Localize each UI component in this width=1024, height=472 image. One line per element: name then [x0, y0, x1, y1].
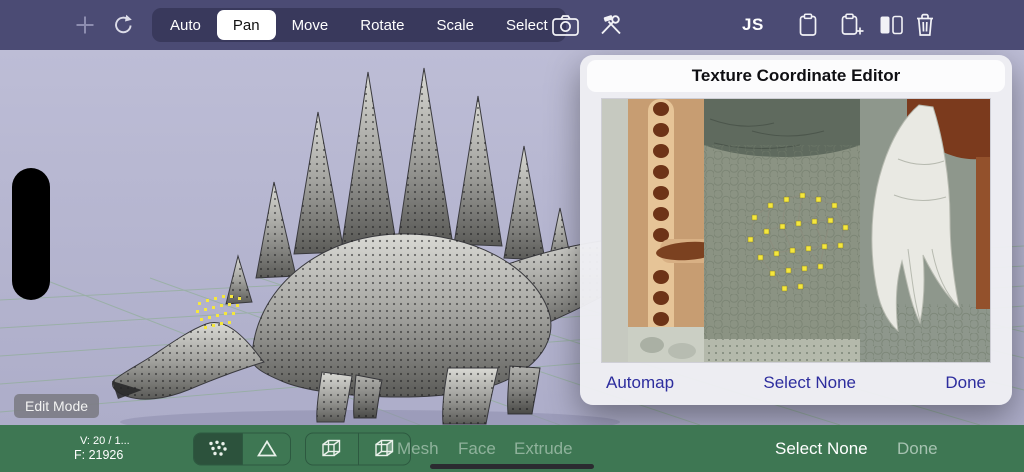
bottom-done-button[interactable]: Done	[897, 439, 938, 459]
vertices-icon	[209, 440, 227, 456]
js-button[interactable]: JS	[742, 15, 764, 35]
panel-button-row: Automap Select None Done	[580, 361, 1012, 405]
texture-coordinate-editor-panel: Texture Coordinate Editor Automap Select…	[580, 55, 1012, 405]
vertex-mode-button[interactable]	[194, 433, 242, 464]
delete-button[interactable]	[914, 13, 936, 37]
cube-extrude-icon	[374, 439, 393, 457]
trash-icon	[917, 13, 933, 36]
segment-scale[interactable]: Scale	[420, 10, 490, 40]
home-indicator[interactable]	[430, 464, 594, 469]
face-button[interactable]: Face	[458, 439, 496, 459]
automap-button[interactable]: Automap	[606, 373, 674, 393]
camera-button[interactable]	[552, 14, 579, 36]
redo-icon	[115, 14, 132, 34]
panel-header: Texture Coordinate Editor	[587, 60, 1005, 92]
cube-icon	[322, 439, 341, 457]
segment-rotate[interactable]: Rotate	[344, 10, 420, 40]
texture-image[interactable]	[602, 99, 991, 363]
uv-texture-view[interactable]	[601, 98, 991, 363]
mirror-icon	[880, 15, 903, 35]
mode-segmented-control: Auto Pan Move Rotate Scale Select	[152, 8, 566, 42]
clipboard-icon	[799, 13, 817, 36]
edit-mode-badge: Edit Mode	[14, 394, 100, 418]
side-handle[interactable]	[12, 168, 50, 300]
bottom-select-none-button[interactable]: Select None	[775, 439, 868, 459]
panel-select-none-button[interactable]: Select None	[763, 373, 856, 393]
camera-icon	[552, 15, 579, 36]
segment-pan[interactable]: Pan	[216, 10, 276, 40]
triangle-mode-button[interactable]	[242, 433, 290, 464]
copy-add-button[interactable]	[840, 13, 865, 37]
mirror-button[interactable]	[878, 14, 904, 36]
cube-tool-group	[305, 432, 411, 465]
mesh-button[interactable]: Mesh	[397, 439, 439, 459]
segment-auto[interactable]: Auto	[154, 10, 217, 40]
triangle-icon	[256, 439, 277, 457]
mesh-stats: V: 20 / 1... F: 21926	[74, 434, 130, 462]
app-window: Auto Pan Move Rotate Scale Select JS Edi…	[0, 0, 1024, 472]
viewport-3d[interactable]: Edit Mode Texture Coordinate Editor Auto…	[0, 50, 1024, 425]
element-mode-group	[193, 432, 291, 465]
tools-button[interactable]	[598, 14, 624, 36]
add-button[interactable]	[74, 14, 96, 36]
face-count: F: 21926	[74, 447, 124, 462]
vertex-count: V: 20 / 1...	[80, 434, 130, 447]
top-toolbar: Auto Pan Move Rotate Scale Select JS	[0, 0, 1024, 50]
extrude-button[interactable]: Extrude	[514, 439, 573, 459]
paste-button[interactable]	[798, 13, 818, 37]
cube-tool-button[interactable]	[306, 433, 358, 464]
copy-add-icon	[841, 13, 864, 35]
tools-icon	[601, 15, 621, 35]
panel-title: Texture Coordinate Editor	[691, 66, 901, 85]
plus-icon	[76, 16, 94, 34]
redo-button[interactable]	[112, 14, 135, 37]
panel-done-button[interactable]: Done	[945, 373, 986, 393]
segment-move[interactable]: Move	[276, 10, 345, 40]
